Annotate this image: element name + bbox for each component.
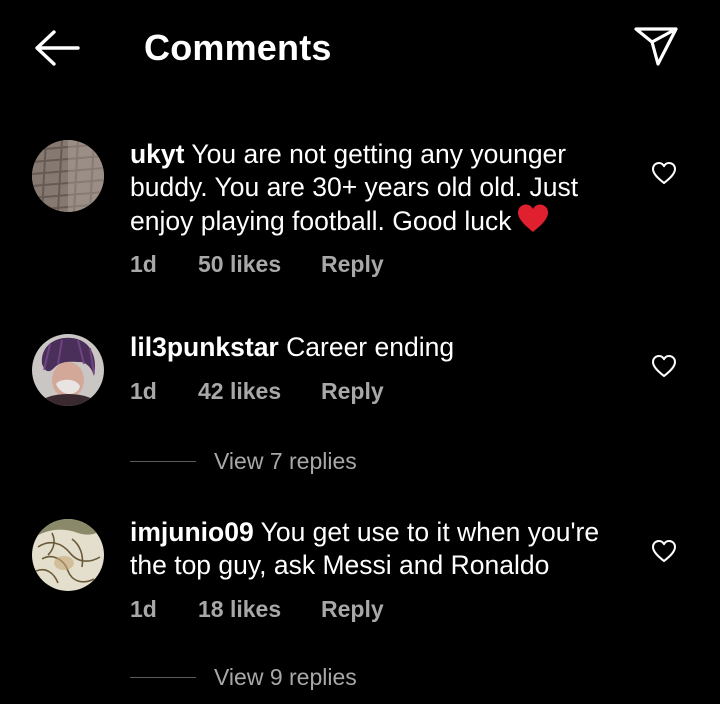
comment-text: ukyt You are not getting any younger bud…: [130, 138, 630, 238]
comment-text: lil3punkstar Career ending: [130, 331, 630, 364]
comment-text: imjunio09 You get use to it when you're …: [130, 516, 630, 581]
comment-username[interactable]: imjunio09: [130, 517, 254, 547]
avatar[interactable]: [32, 519, 104, 591]
view-replies-label: View 7 replies: [214, 448, 357, 474]
arrow-left-icon: [35, 30, 80, 66]
heart-outline-icon: [652, 540, 676, 562]
header: Comments: [0, 0, 720, 96]
comment-username[interactable]: lil3punkstar: [130, 332, 279, 362]
share-button[interactable]: [630, 22, 682, 70]
avatar-image: [32, 519, 104, 591]
avatar[interactable]: [32, 140, 104, 212]
reply-button[interactable]: Reply: [321, 376, 384, 406]
comment-likes[interactable]: 42 likes: [198, 376, 281, 406]
like-button[interactable]: [648, 535, 680, 567]
page-title: Comments: [144, 27, 332, 68]
replies-divider: [130, 677, 196, 678]
comment-likes[interactable]: 50 likes: [198, 249, 281, 279]
avatar-image: [32, 334, 104, 406]
paper-plane-icon: [634, 27, 678, 66]
replies-divider: [130, 461, 196, 462]
like-button[interactable]: [648, 350, 680, 382]
avatar-image: [32, 140, 104, 212]
comment-time: 1d: [130, 596, 157, 622]
comment-body: Career ending: [286, 332, 455, 362]
like-button[interactable]: [648, 157, 680, 189]
view-replies-button[interactable]: View 9 replies: [130, 662, 430, 692]
comment-likes[interactable]: 18 likes: [198, 594, 281, 624]
comment-time: 1d: [130, 251, 157, 277]
comment-body: You are not getting any younger buddy. Y…: [130, 139, 579, 236]
comment-username[interactable]: ukyt: [130, 139, 185, 169]
view-replies-button[interactable]: View 7 replies: [130, 446, 430, 476]
comment-time: 1d: [130, 378, 157, 404]
reply-button[interactable]: Reply: [321, 249, 384, 279]
back-button[interactable]: [30, 24, 82, 72]
heart-outline-icon: [652, 355, 676, 377]
view-replies-label: View 9 replies: [214, 664, 357, 690]
reply-button[interactable]: Reply: [321, 594, 384, 624]
heart-outline-icon: [652, 162, 676, 184]
red-heart-emoji: [517, 204, 548, 232]
avatar[interactable]: [32, 334, 104, 406]
